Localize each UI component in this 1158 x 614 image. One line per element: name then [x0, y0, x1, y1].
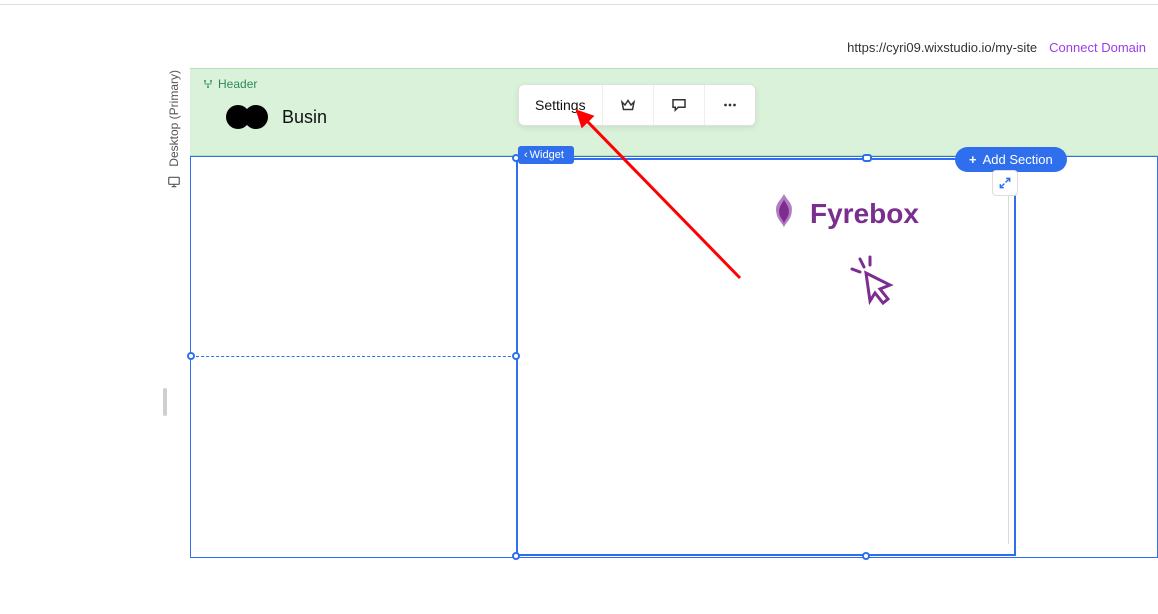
element-toolbar: Settings	[518, 84, 756, 126]
widget-tag[interactable]: Widget	[518, 146, 574, 164]
column-divider	[1008, 170, 1009, 544]
section-top-handle[interactable]	[862, 154, 872, 162]
section-left-handle[interactable]	[187, 352, 195, 360]
site-url: https://cyri09.wixstudio.io/my-site	[847, 40, 1037, 55]
widget-brand: Fyrebox	[768, 192, 919, 235]
header-badge-label: Header	[218, 77, 257, 91]
connect-domain-link[interactable]: Connect Domain	[1049, 40, 1146, 55]
widget-selection-box[interactable]	[516, 158, 1016, 556]
panel-resize-handle[interactable]	[163, 388, 167, 416]
business-name: Busin	[282, 107, 327, 128]
brand-name: Fyrebox	[810, 198, 919, 230]
add-section-button[interactable]: Add Section	[955, 147, 1067, 172]
logo-icon	[226, 103, 270, 131]
widget-handle-bm[interactable]	[862, 552, 870, 560]
click-cursor-icon	[848, 255, 896, 312]
alignment-guide	[196, 356, 516, 357]
viewport-rail: Desktop (Primary)	[160, 70, 188, 189]
desktop-icon[interactable]	[167, 175, 181, 189]
expand-button[interactable]	[992, 170, 1018, 196]
more-button[interactable]	[705, 85, 755, 125]
site-logo-row: Busin	[226, 103, 327, 131]
url-bar: https://cyri09.wixstudio.io/my-site Conn…	[190, 40, 1158, 55]
widget-handle-bl[interactable]	[512, 552, 520, 560]
widget-handle-tl[interactable]	[512, 154, 520, 162]
top-divider	[0, 4, 1158, 5]
comment-button[interactable]	[654, 85, 705, 125]
widget-handle-lm[interactable]	[512, 352, 520, 360]
upgrade-button[interactable]	[603, 85, 654, 125]
header-badge: Header	[202, 77, 257, 91]
viewport-label: Desktop (Primary)	[167, 70, 181, 167]
settings-button[interactable]: Settings	[519, 85, 603, 125]
flame-icon	[768, 192, 800, 235]
